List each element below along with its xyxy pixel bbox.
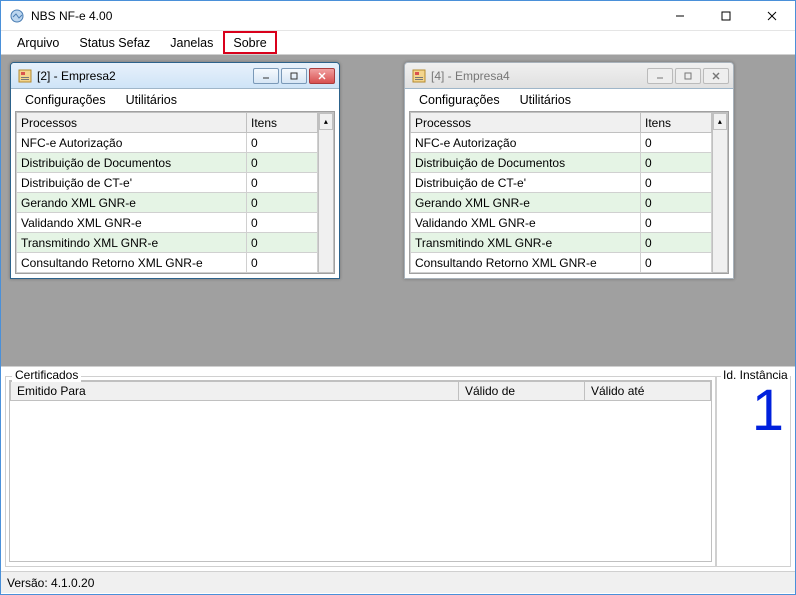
- scroll-up-icon[interactable]: ▴: [319, 113, 333, 130]
- instancia-value: 1: [717, 377, 790, 566]
- col-emitido-para[interactable]: Emitido Para: [11, 382, 459, 401]
- child-window-title: [4] - Empresa4: [431, 69, 647, 83]
- child-close-button[interactable]: [703, 68, 729, 84]
- col-itens[interactable]: Itens: [641, 113, 712, 133]
- table-row[interactable]: Distribuição de CT-e'0: [17, 173, 318, 193]
- minimize-button[interactable]: [657, 1, 703, 31]
- table-row[interactable]: Gerando XML GNR-e0: [17, 193, 318, 213]
- table-row[interactable]: Distribuição de CT-e'0: [411, 173, 712, 193]
- col-processos[interactable]: Processos: [411, 113, 641, 133]
- child-minimize-button[interactable]: [647, 68, 673, 84]
- child-window-title: [2] - Empresa2: [37, 69, 253, 83]
- table-row[interactable]: NFC-e Autorização0: [411, 133, 712, 153]
- scroll-up-icon[interactable]: ▴: [713, 113, 727, 130]
- certificados-grid: Emitido Para Válido de Válido até: [9, 380, 712, 562]
- child-menu-utilitarios[interactable]: Utilitários: [116, 89, 187, 111]
- process-grid: Processos Itens NFC-e Autorização0 Distr…: [15, 111, 335, 274]
- menu-status-sefaz[interactable]: Status Sefaz: [69, 31, 160, 54]
- status-version: Versão: 4.1.0.20: [7, 576, 94, 590]
- app-title: NBS NF-e 4.00: [31, 9, 657, 23]
- mdi-area: [2] - Empresa2 Configurações Utilitários…: [1, 55, 795, 366]
- child-menu-utilitarios[interactable]: Utilitários: [510, 89, 581, 111]
- process-grid: Processos Itens NFC-e Autorização0 Distr…: [409, 111, 729, 274]
- menubar: Arquivo Status Sefaz Janelas Sobre: [1, 31, 795, 55]
- child-window-empresa4: [4] - Empresa4 Configurações Utilitários…: [404, 62, 734, 279]
- certificados-legend: Certificados: [12, 368, 81, 382]
- table-row[interactable]: Consultando Retorno XML GNR-e0: [17, 253, 318, 273]
- child-menu-configuracoes[interactable]: Configurações: [409, 89, 510, 111]
- child-menubar: Configurações Utilitários: [405, 89, 733, 111]
- table-row[interactable]: Validando XML GNR-e0: [17, 213, 318, 233]
- child-minimize-button[interactable]: [253, 68, 279, 84]
- form-icon: [411, 68, 427, 84]
- child-titlebar[interactable]: [4] - Empresa4: [405, 63, 733, 89]
- titlebar: NBS NF-e 4.00: [1, 1, 795, 31]
- grid-scrollbar[interactable]: ▴: [318, 112, 334, 273]
- child-window-empresa2: [2] - Empresa2 Configurações Utilitários…: [10, 62, 340, 279]
- child-menubar: Configurações Utilitários: [11, 89, 339, 111]
- table-row[interactable]: Gerando XML GNR-e0: [411, 193, 712, 213]
- statusbar: Versão: 4.1.0.20: [1, 571, 795, 593]
- col-itens[interactable]: Itens: [247, 113, 318, 133]
- certificados-panel: Certificados Emitido Para Válido de Váli…: [5, 376, 716, 567]
- table-row[interactable]: Transmitindo XML GNR-e0: [411, 233, 712, 253]
- table-row[interactable]: Distribuição de Documentos0: [17, 153, 318, 173]
- col-valido-ate[interactable]: Válido até: [585, 382, 711, 401]
- app-icon: [9, 8, 25, 24]
- child-titlebar[interactable]: [2] - Empresa2: [11, 63, 339, 89]
- certificados-body[interactable]: [10, 401, 711, 561]
- grid-scrollbar[interactable]: ▴: [712, 112, 728, 273]
- child-menu-configuracoes[interactable]: Configurações: [15, 89, 116, 111]
- instancia-panel: Id. Instância 1: [716, 376, 791, 567]
- table-row[interactable]: NFC-e Autorização0: [17, 133, 318, 153]
- child-close-button[interactable]: [309, 68, 335, 84]
- window-controls: [657, 1, 795, 31]
- table-row[interactable]: Distribuição de Documentos0: [411, 153, 712, 173]
- col-valido-de[interactable]: Válido de: [459, 382, 585, 401]
- child-maximize-button[interactable]: [281, 68, 307, 84]
- maximize-button[interactable]: [703, 1, 749, 31]
- menu-janelas[interactable]: Janelas: [160, 31, 223, 54]
- instancia-legend: Id. Instância: [721, 368, 790, 382]
- close-button[interactable]: [749, 1, 795, 31]
- menu-arquivo[interactable]: Arquivo: [7, 31, 69, 54]
- table-row[interactable]: Transmitindo XML GNR-e0: [17, 233, 318, 253]
- menu-sobre[interactable]: Sobre: [223, 31, 276, 54]
- bottom-panels: Certificados Emitido Para Válido de Váli…: [1, 366, 795, 571]
- table-row[interactable]: Consultando Retorno XML GNR-e0: [411, 253, 712, 273]
- child-maximize-button[interactable]: [675, 68, 701, 84]
- form-icon: [17, 68, 33, 84]
- table-row[interactable]: Validando XML GNR-e0: [411, 213, 712, 233]
- col-processos[interactable]: Processos: [17, 113, 247, 133]
